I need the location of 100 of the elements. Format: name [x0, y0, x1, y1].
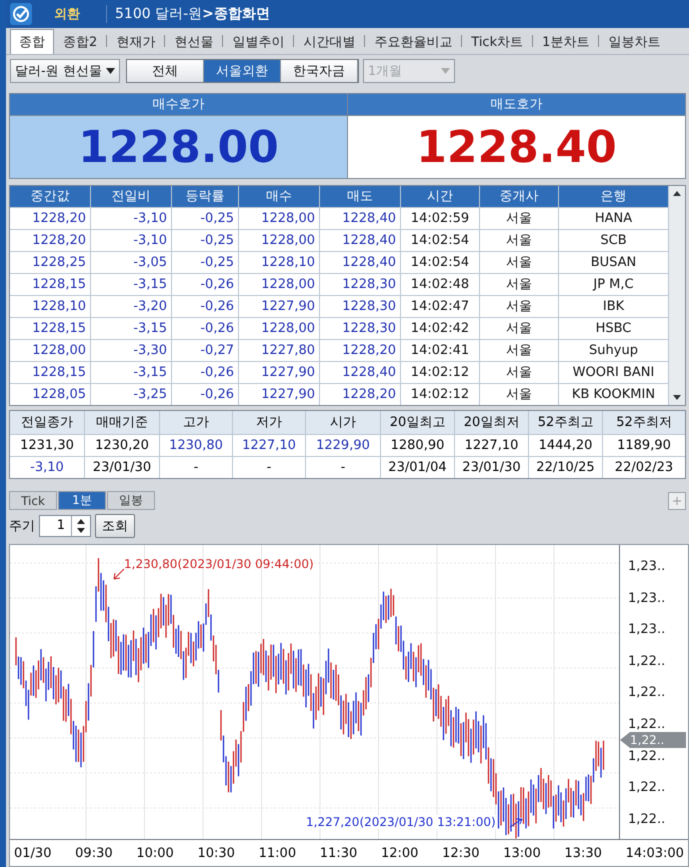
table-cell: BUSAN [559, 252, 668, 273]
chart-tab[interactable]: 1분 [58, 491, 106, 510]
table-cell: -3,15 [91, 274, 171, 295]
screen-tab[interactable]: Tick차트 [462, 29, 532, 54]
bid-price: 1228.00 [10, 116, 347, 178]
column-header: 20일최저 [455, 411, 528, 434]
table-cell: 1228,30 [320, 296, 400, 317]
table-cell: 서울 [480, 318, 558, 339]
screen-tab[interactable]: 1분차트 [533, 29, 598, 54]
table-cell: 1228,30 [320, 318, 400, 339]
table-cell: - [160, 457, 232, 478]
screen-tab[interactable]: 일봉차트 [599, 29, 670, 54]
table-cell: 1228,15 [10, 274, 90, 295]
table-cell: 1230,20 [85, 435, 159, 456]
table-cell: 1227,10 [233, 435, 305, 456]
y-axis-label: 1,23.. [627, 590, 666, 606]
x-axis-label: 13:00 [503, 846, 541, 860]
table-cell: 1228,25 [10, 252, 90, 273]
table-cell: 1228,10 [10, 296, 90, 317]
market-segment-button[interactable]: 서울외환 [204, 60, 281, 82]
app-logo-text: 외환 [54, 6, 80, 23]
table-cell: 서울 [480, 230, 558, 251]
table-cell: 1227,90 [239, 384, 319, 405]
table-cell: -0,26 [172, 362, 238, 383]
market-segment-button[interactable]: 전체 [126, 60, 204, 82]
x-axis-label: 01/30 [14, 846, 52, 860]
ask-header: 매도호가 [348, 94, 685, 115]
table-cell: 1227,90 [239, 296, 319, 317]
table-cell: -3,05 [91, 252, 171, 273]
y-axis-label: 1,22.. [627, 717, 666, 732]
table-cell: JP M,C [559, 274, 668, 295]
y-axis-label: 1,23.. [627, 622, 666, 638]
query-button[interactable]: 조회 [95, 514, 135, 538]
table-cell: KB KOOKMIN [559, 384, 668, 405]
table-cell: 1229,90 [306, 435, 380, 456]
screen-tab[interactable]: 일별추이 [223, 29, 294, 54]
table-cell: 1227,80 [239, 340, 319, 361]
column-header: 52주최고 [529, 411, 602, 434]
table-cell: - [306, 457, 380, 478]
table-cell: 1228,20 [10, 230, 90, 251]
y-axis-label: 1,23.. [627, 559, 666, 574]
table-cell: 1228,30 [320, 274, 400, 295]
table-cell: 1228,20 [320, 384, 400, 405]
low-price-note: 1,227,20(2023/01/30 13:21:00) [306, 815, 496, 829]
table-cell: -3,10 [91, 230, 171, 251]
x-axis-label: 13:30 [564, 846, 602, 860]
table-cell: 1231,30 [10, 435, 84, 456]
column-header: 20일최고 [381, 411, 454, 434]
table-cell: 서울 [480, 362, 558, 383]
table-cell: WOORI BANI [559, 362, 668, 383]
x-axis-label: 09:30 [75, 846, 113, 860]
period-spinner[interactable]: 1 [39, 515, 91, 537]
table-cell: 14:02:12 [401, 362, 479, 383]
table-cell: -3,20 [91, 296, 171, 317]
x-axis-label: 11:30 [320, 846, 358, 860]
table-cell: SCB [559, 230, 668, 251]
table-cell: 1228,00 [239, 274, 319, 295]
table-cell: 14:02:12 [401, 384, 479, 405]
chart-tab[interactable]: Tick [9, 491, 57, 510]
table-cell: 1228,40 [320, 208, 400, 229]
column-header: 중개사 [480, 186, 558, 207]
y-axis-label: 1,22.. [627, 812, 666, 827]
column-header: 시가 [306, 411, 380, 434]
screen-tab[interactable]: 현재가 [107, 29, 164, 54]
screen-tab[interactable]: 주요환율비교 [365, 29, 462, 54]
table-cell: 서울 [480, 384, 558, 405]
table-cell: 1228,15 [10, 362, 90, 383]
table-cell: 서울 [480, 252, 558, 273]
table-cell: -3,10 [91, 208, 171, 229]
ask-price: 1228.40 [348, 116, 685, 178]
chart-tab[interactable]: 일봉 [107, 491, 155, 510]
screen-tab[interactable]: 종합 [10, 29, 54, 54]
table-cell: -3,15 [91, 318, 171, 339]
table-cell: -0,26 [172, 274, 238, 295]
y-axis-label: 1,22.. [627, 748, 666, 764]
column-header: 52주최저 [603, 411, 685, 434]
table-cell: -0,26 [172, 384, 238, 405]
table-cell: 1228,40 [320, 252, 400, 273]
table-cell: 서울 [480, 208, 558, 229]
column-header: 중간값 [10, 186, 90, 207]
table-cell: 1228,40 [320, 362, 400, 383]
table-cell: -0,25 [172, 252, 238, 273]
table-cell: 1228,05 [10, 384, 90, 405]
x-axis-label: 14:03:00 [626, 846, 684, 860]
table-cell: 14:02:41 [401, 340, 479, 361]
table-cell: 14:02:42 [401, 318, 479, 339]
x-axis-label: 10:30 [197, 846, 235, 860]
market-segment-button[interactable]: 한국자금 [280, 60, 358, 82]
current-price-marker: 1,22.. [620, 732, 686, 748]
table-cell: 서울 [480, 296, 558, 317]
screen-tab[interactable]: 종합2 [54, 29, 106, 54]
table-cell: 23/01/30 [455, 457, 528, 478]
instrument-dropdown[interactable]: 달러-원 현선물 [10, 59, 120, 83]
table-cell: -3,30 [91, 340, 171, 361]
column-header: 시간 [401, 186, 479, 207]
table-cell: -3,10 [10, 457, 84, 478]
screen-tab[interactable]: 현선물 [165, 29, 222, 54]
column-header: 전일종가 [10, 411, 84, 434]
table-cell: 14:02:54 [401, 230, 479, 251]
screen-tab[interactable]: 시간대별 [294, 29, 364, 54]
